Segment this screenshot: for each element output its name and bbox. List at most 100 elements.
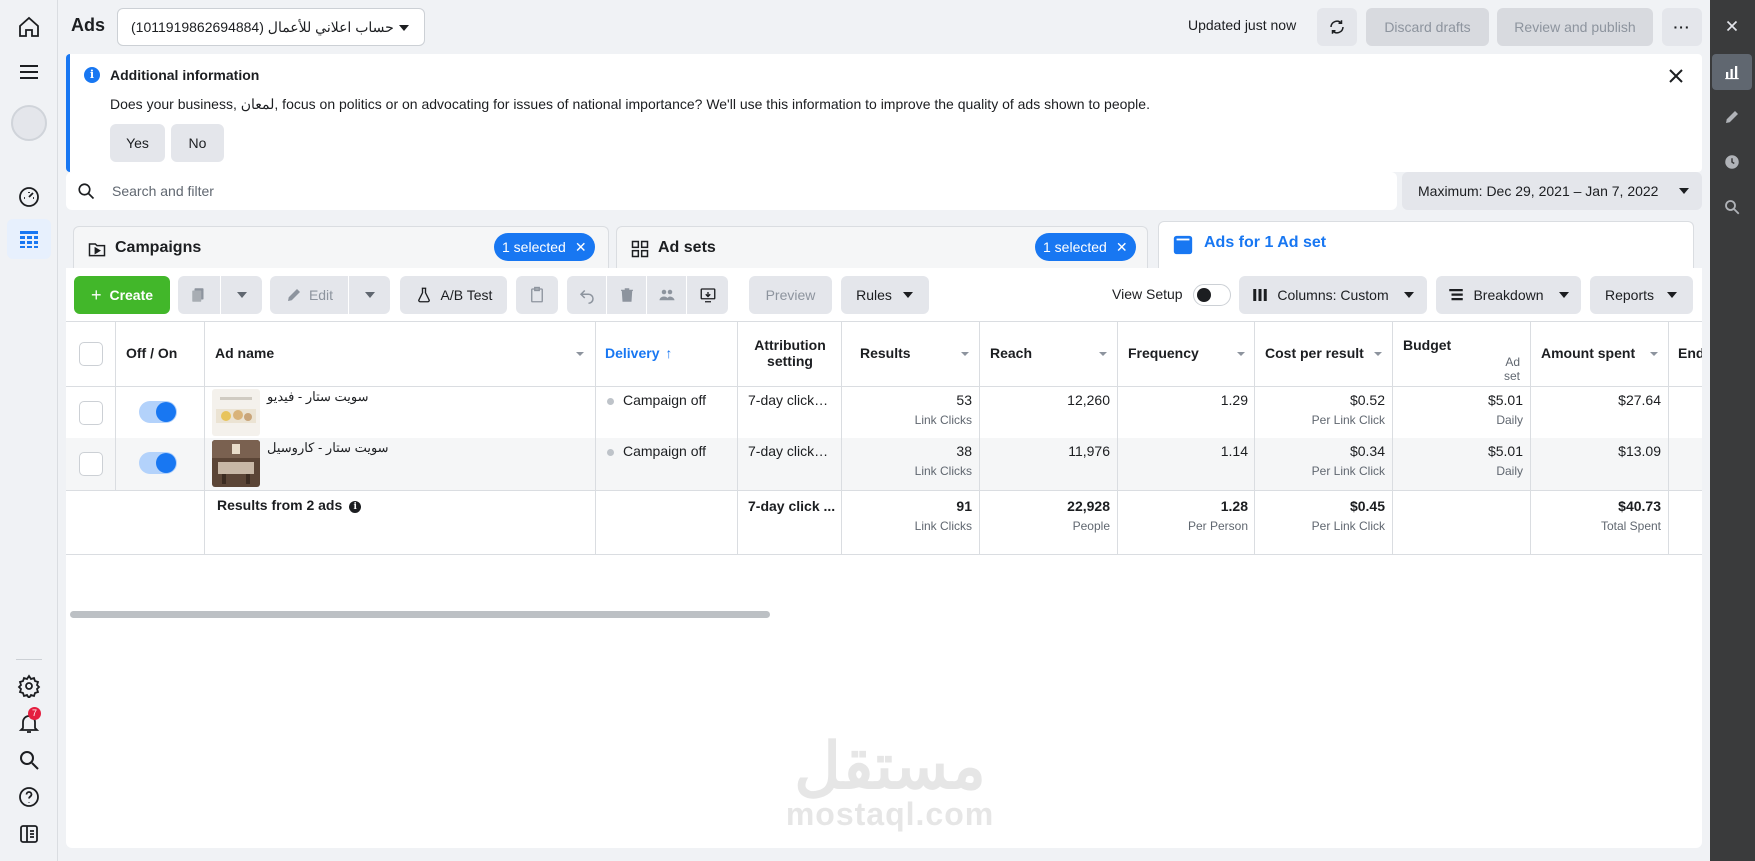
- column-header-ad-name[interactable]: Ad name: [215, 345, 274, 361]
- no-button[interactable]: No: [171, 124, 224, 162]
- column-header-off-on[interactable]: Off / On: [126, 345, 177, 361]
- frequency-value: 1.14: [1220, 443, 1248, 459]
- duplicate-button[interactable]: [178, 276, 220, 314]
- delivery-status-label: Campaign off: [623, 443, 707, 459]
- inspect-zoom-icon[interactable]: [1712, 189, 1752, 225]
- sort-ascending-arrow-icon: ↑: [665, 345, 673, 361]
- audience-button[interactable]: [647, 276, 686, 314]
- search-input[interactable]: [112, 172, 1382, 210]
- frequency-value: 1.29: [1220, 392, 1248, 408]
- view-setup-toggle[interactable]: [1193, 284, 1231, 306]
- info-icon: i: [84, 67, 100, 83]
- ad-name[interactable]: سويت ستار - كاروسيل: [267, 440, 389, 456]
- edit-pencil-icon[interactable]: [1712, 99, 1752, 135]
- adset-grid-icon: [631, 240, 649, 258]
- delivery-status-label: Campaign off: [623, 392, 707, 408]
- create-button[interactable]: + Create: [74, 276, 170, 314]
- people-icon: [659, 289, 674, 301]
- menu-icon[interactable]: [7, 52, 51, 92]
- ad-on-off-toggle[interactable]: [139, 452, 177, 474]
- columns-dropdown[interactable]: Columns: Custom: [1239, 276, 1427, 314]
- duplicate-dropdown-button[interactable]: [221, 276, 262, 314]
- ab-test-button[interactable]: A/B Test: [400, 276, 507, 314]
- campaigns-selected-pill[interactable]: 1 selected ✕: [494, 233, 595, 261]
- row-checkbox[interactable]: [79, 401, 103, 425]
- toggle-knob: [1197, 288, 1211, 302]
- column-header-delivery[interactable]: Delivery ↑: [605, 345, 672, 361]
- edit-button[interactable]: Edit: [270, 276, 348, 314]
- row-checkbox[interactable]: [79, 452, 103, 476]
- column-sort-caret-icon[interactable]: [961, 350, 969, 358]
- column-divider: [979, 321, 980, 554]
- ads-manager-table-icon[interactable]: [7, 219, 51, 259]
- adsets-selected-count: 1 selected: [1043, 239, 1107, 255]
- reports-dropdown[interactable]: Reports: [1590, 276, 1693, 314]
- yes-button[interactable]: Yes: [110, 124, 165, 162]
- breakdown-dropdown[interactable]: Breakdown: [1436, 276, 1581, 314]
- account-avatar[interactable]: [11, 105, 47, 141]
- column-header-amount-spent[interactable]: Amount spent: [1541, 345, 1635, 361]
- horizontal-scrollbar[interactable]: [70, 611, 770, 618]
- tab-ads[interactable]: Ads for 1 Ad set: [1158, 221, 1694, 269]
- undo-button[interactable]: [567, 276, 606, 314]
- edit-dropdown-button[interactable]: [349, 276, 390, 314]
- ad-on-off-toggle[interactable]: [139, 401, 177, 423]
- rules-button[interactable]: Rules: [841, 276, 929, 314]
- more-options-button[interactable]: ···: [1662, 8, 1702, 46]
- tab-adsets[interactable]: Ad sets 1 selected ✕: [616, 226, 1148, 268]
- help-icon[interactable]: [7, 777, 51, 817]
- settings-icon[interactable]: [7, 666, 51, 706]
- flask-icon: [417, 287, 430, 303]
- top-bar: Ads حساب اعلاني للأعمال (101191986269488…: [58, 0, 1710, 52]
- adsets-selected-pill[interactable]: 1 selected ✕: [1035, 233, 1136, 261]
- amount-spent-value: $13.09: [1618, 443, 1661, 459]
- column-header-frequency[interactable]: Frequency: [1128, 345, 1199, 361]
- ad-name[interactable]: سويت ستار - فيديو: [267, 389, 369, 405]
- column-sort-caret-icon[interactable]: [1237, 350, 1245, 358]
- close-panel-icon[interactable]: [1712, 8, 1752, 44]
- column-divider: [1668, 321, 1669, 554]
- ad-account-selector[interactable]: حساب اعلاني للأعمال (1011919862694884): [117, 8, 425, 46]
- select-all-checkbox[interactable]: [79, 342, 103, 366]
- column-divider: [737, 321, 738, 554]
- campaign-folder-icon: [88, 243, 106, 257]
- ab-test-label: A/B Test: [440, 287, 493, 303]
- info-icon[interactable]: i: [349, 501, 362, 513]
- column-header-reach[interactable]: Reach: [990, 345, 1032, 361]
- preview-button[interactable]: Preview: [749, 276, 832, 314]
- dashboard-icon[interactable]: [7, 177, 51, 217]
- ad-thumbnail-video[interactable]: [212, 389, 260, 436]
- charts-icon[interactable]: [1712, 54, 1752, 90]
- history-clock-icon[interactable]: [1712, 144, 1752, 180]
- column-header-cost-per-result[interactable]: Cost per result: [1265, 345, 1364, 361]
- clear-selection-icon[interactable]: ✕: [1116, 239, 1128, 256]
- chevron-down-icon: [364, 292, 375, 298]
- home-icon[interactable]: [7, 7, 51, 47]
- delete-button[interactable]: [607, 276, 646, 314]
- column-sort-caret-icon[interactable]: [576, 350, 584, 358]
- column-sort-caret-icon[interactable]: [1099, 350, 1107, 358]
- tab-campaigns[interactable]: Campaigns 1 selected ✕: [73, 226, 609, 268]
- date-range-selector[interactable]: Maximum: Dec 29, 2021 – Jan 7, 2022: [1402, 172, 1702, 210]
- clipboard-button[interactable]: [516, 276, 558, 314]
- ad-thumbnail-carousel[interactable]: [212, 440, 260, 487]
- refresh-button[interactable]: [1317, 8, 1357, 46]
- results-value: 38: [956, 443, 972, 459]
- column-header-budget[interactable]: Budget: [1403, 337, 1451, 353]
- close-icon[interactable]: [1664, 64, 1688, 88]
- column-header-end[interactable]: End: [1678, 345, 1702, 361]
- column-divider: [115, 321, 116, 490]
- clear-selection-icon[interactable]: ✕: [575, 239, 587, 256]
- export-button[interactable]: [687, 276, 728, 314]
- review-and-publish-button[interactable]: Review and publish: [1497, 8, 1653, 46]
- column-sort-caret-icon[interactable]: [1650, 350, 1658, 358]
- delivery-status: Campaign off: [607, 392, 706, 408]
- column-header-results[interactable]: Results: [860, 345, 911, 361]
- column-header-attribution-setting[interactable]: Attribution setting: [746, 337, 834, 369]
- chevron-down-icon: [1679, 188, 1689, 194]
- search-icon[interactable]: [7, 740, 51, 780]
- collapse-sidebar-icon[interactable]: [7, 814, 51, 854]
- notifications-bell-icon[interactable]: 7: [7, 703, 51, 743]
- column-sort-caret-icon[interactable]: [1374, 350, 1382, 358]
- discard-drafts-button[interactable]: Discard drafts: [1366, 8, 1489, 46]
